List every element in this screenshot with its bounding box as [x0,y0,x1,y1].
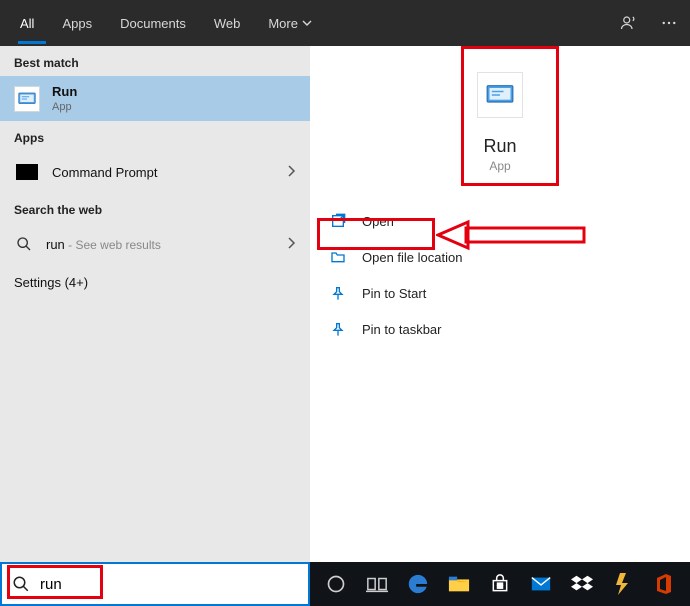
chevron-right-icon [286,165,296,180]
action-pin-taskbar-label: Pin to taskbar [362,322,442,337]
taskbar [310,562,690,606]
preview-panel: Run App Open Open file location Pin t [310,46,690,562]
folder-icon [328,247,348,267]
taskbar-winamp[interactable] [604,562,643,606]
preview-subtitle: App [310,159,690,173]
result-web-hint: - See web results [65,238,161,252]
search-results-panel: Best match Run App Apps Command Prompt S… [0,46,310,562]
taskbar-cortana[interactable] [316,562,355,606]
action-file-location-label: Open file location [362,250,462,265]
result-command-prompt[interactable]: Command Prompt [0,151,310,193]
tab-web[interactable]: Web [200,0,255,46]
search-web-header: Search the web [0,193,310,223]
run-icon [14,86,40,112]
action-pin-taskbar[interactable]: Pin to taskbar [310,311,690,347]
search-bar [0,562,310,606]
command-prompt-icon [14,159,40,185]
tab-apps[interactable]: Apps [48,0,106,46]
result-run[interactable]: Run App [0,76,310,121]
action-open-label: Open [362,214,394,229]
more-options-icon[interactable] [652,6,686,40]
search-tabs: All Apps Documents Web More [0,0,690,46]
best-match-header: Best match [0,46,310,76]
taskbar-file-explorer[interactable] [439,562,478,606]
preview-run-icon [477,72,523,118]
taskbar-dropbox[interactable] [563,562,602,606]
settings-group[interactable]: Settings (4+) [0,265,310,300]
result-web-term: run [46,237,65,252]
action-pin-start[interactable]: Pin to Start [310,275,690,311]
action-pin-start-label: Pin to Start [362,286,426,301]
result-web-run[interactable]: run - See web results [0,223,310,265]
action-open[interactable]: Open [310,203,690,239]
action-open-file-location[interactable]: Open file location [310,239,690,275]
search-icon [2,575,40,593]
result-run-title: Run [52,84,77,99]
taskbar-store[interactable] [480,562,519,606]
tab-more[interactable]: More [254,0,326,46]
chevron-down-icon [302,18,312,28]
tab-more-label: More [268,16,298,31]
pin-start-icon [328,283,348,303]
tab-all[interactable]: All [6,0,48,46]
result-cmd-title: Command Prompt [52,165,157,180]
apps-header: Apps [0,121,310,151]
taskbar-office[interactable] [645,562,684,606]
tab-documents[interactable]: Documents [106,0,200,46]
pin-taskbar-icon [328,319,348,339]
preview-title: Run [310,136,690,157]
search-input[interactable] [40,564,308,604]
result-run-subtitle: App [52,101,77,113]
search-icon [14,231,34,257]
chevron-right-icon [286,237,296,252]
taskbar-edge[interactable] [398,562,437,606]
taskbar-task-view[interactable] [357,562,396,606]
taskbar-mail[interactable] [522,562,561,606]
open-icon [328,211,348,231]
feedback-icon[interactable] [612,6,646,40]
